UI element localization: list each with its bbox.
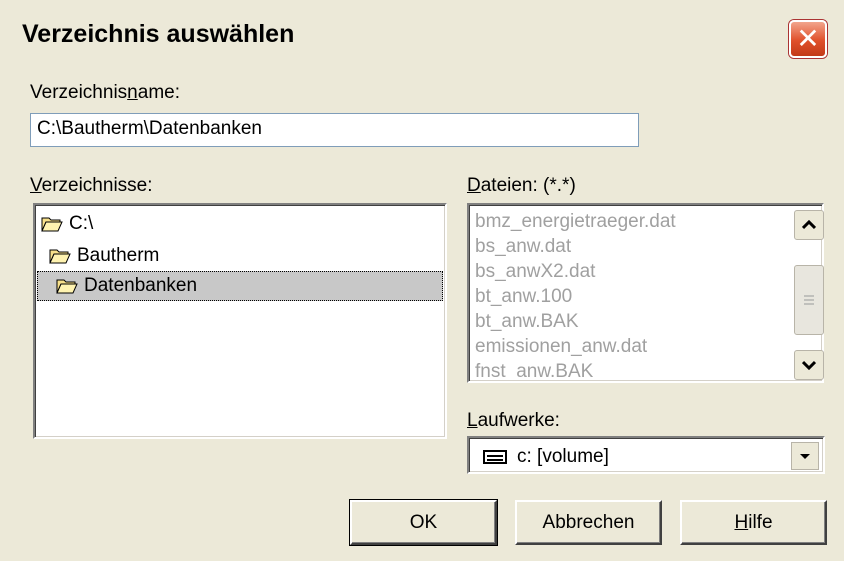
scroll-up-button[interactable] [794,210,824,240]
open-folder-icon [41,217,63,232]
file-item: bmz_energietraeger.dat [475,211,676,232]
file-item: bt_anw.100 [475,286,573,307]
file-item: fnst_anw.BAK [475,361,594,379]
help-button[interactable]: Hilfe [680,500,827,545]
dropdown-button[interactable] [791,442,819,470]
grip-icon [804,295,814,305]
file-item: bs_anwX2.dat [475,261,596,282]
drive-icon [483,450,507,464]
window-title: Verzeichnis auswählen [22,20,295,48]
ok-button[interactable]: OK [349,499,498,546]
scroll-down-button[interactable] [794,350,824,380]
chevron-up-icon [802,220,816,230]
directory-list[interactable]: C:\ Bautherm Datenbanken [33,203,447,439]
drive-select[interactable]: c: [volume] [467,436,825,474]
triangle-down-icon [800,454,810,459]
file-item: emissionen_anw.dat [475,336,648,357]
title-bar[interactable]: Verzeichnis auswählen ✕ [0,0,844,64]
cancel-button[interactable]: Abbrechen [515,500,662,545]
directory-name-input[interactable]: C:\Bautherm\Datenbanken [30,113,639,147]
directory-item[interactable]: Bautherm [49,241,159,271]
open-folder-icon [49,249,71,264]
file-item: bs_anw.dat [475,236,572,257]
close-icon: ✕ [796,22,820,55]
drive-value: c: [volume] [517,446,609,467]
directory-item-selected[interactable]: Datenbanken [37,271,443,301]
close-button[interactable]: ✕ [789,20,827,58]
drives-label: Laufwerke: [467,410,560,431]
chevron-down-icon [802,360,816,370]
open-folder-icon [56,279,78,294]
directories-label: Verzeichnisse: [30,175,153,196]
file-item: bt_anw.BAK [475,311,579,332]
file-list: bmz_energietraeger.dat bs_anw.dat bs_anw… [467,203,824,383]
files-label: Dateien: (*.*) [467,175,576,196]
scrollbar-thumb[interactable] [794,265,824,335]
directory-item[interactable]: C:\ [41,209,93,239]
directory-name-label: Verzeichnisname: [30,82,180,103]
